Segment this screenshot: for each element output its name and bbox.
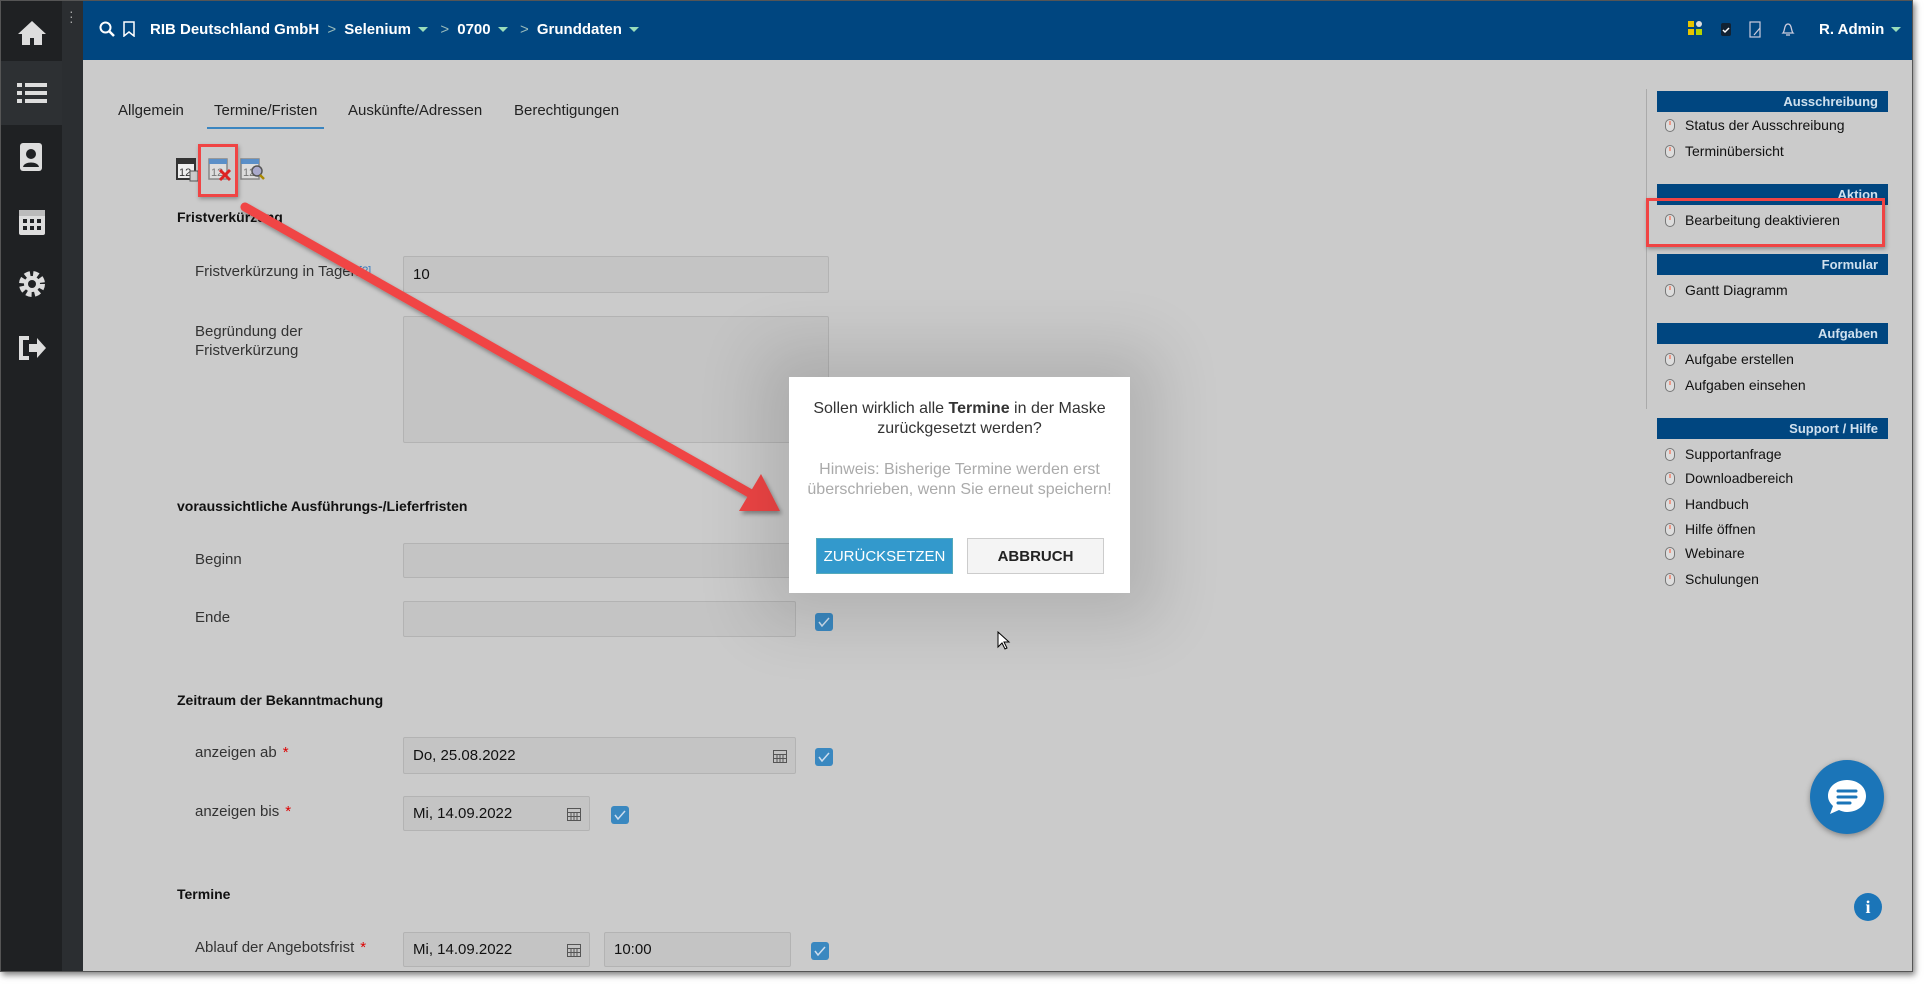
chat-button[interactable]	[1810, 760, 1884, 834]
chat-icon	[1828, 780, 1866, 814]
app-window: · · · RIB Deutschland GmbH > Selenium > 07…	[0, 0, 1913, 972]
dialog-hint: Hinweis: Bisherige Termine werden erst ü…	[807, 461, 1112, 498]
reset-button[interactable]: ZURÜCKSETZEN	[816, 538, 953, 574]
dialog-question: Sollen wirklich alle Termine in der Mask…	[813, 400, 1106, 437]
cancel-button[interactable]: ABBRUCH	[967, 538, 1104, 574]
confirm-reset-dialog: Sollen wirklich alle Termine in der Mask…	[789, 377, 1130, 593]
info-icon[interactable]: i	[1854, 893, 1882, 921]
mouse-cursor-icon	[997, 631, 1011, 650]
